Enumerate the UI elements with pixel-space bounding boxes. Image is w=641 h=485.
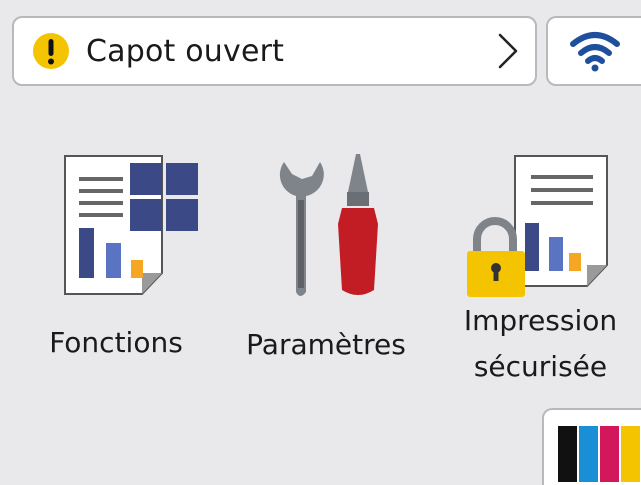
functions-icon — [64, 155, 198, 295]
wifi-button[interactable] — [546, 16, 641, 86]
settings-tile[interactable]: Paramètres — [232, 130, 420, 400]
settings-label: Paramètres — [246, 328, 406, 361]
warning-icon — [33, 33, 69, 69]
secure-print-icon — [467, 155, 608, 297]
chevron-right-icon — [498, 33, 518, 69]
secure-print-tile[interactable]: Impression sécurisée — [440, 130, 641, 400]
secure-print-label-line1: Impression — [463, 304, 618, 337]
wifi-icon — [569, 32, 620, 72]
printer-home-screen: Capot ouvert Fonctions Paramètres Impres… — [0, 0, 641, 485]
settings-icon — [279, 154, 378, 296]
secure-print-label-line2: sécurisée — [473, 350, 608, 383]
functions-tile[interactable]: Fonctions — [22, 130, 210, 400]
ink-button[interactable] — [542, 408, 641, 485]
status-message: Capot ouvert — [86, 33, 285, 69]
ink-cartridges-icon — [558, 426, 640, 482]
top-bar: Capot ouvert — [0, 0, 641, 100]
functions-label: Fonctions — [49, 326, 183, 359]
status-bar[interactable]: Capot ouvert — [12, 16, 537, 86]
